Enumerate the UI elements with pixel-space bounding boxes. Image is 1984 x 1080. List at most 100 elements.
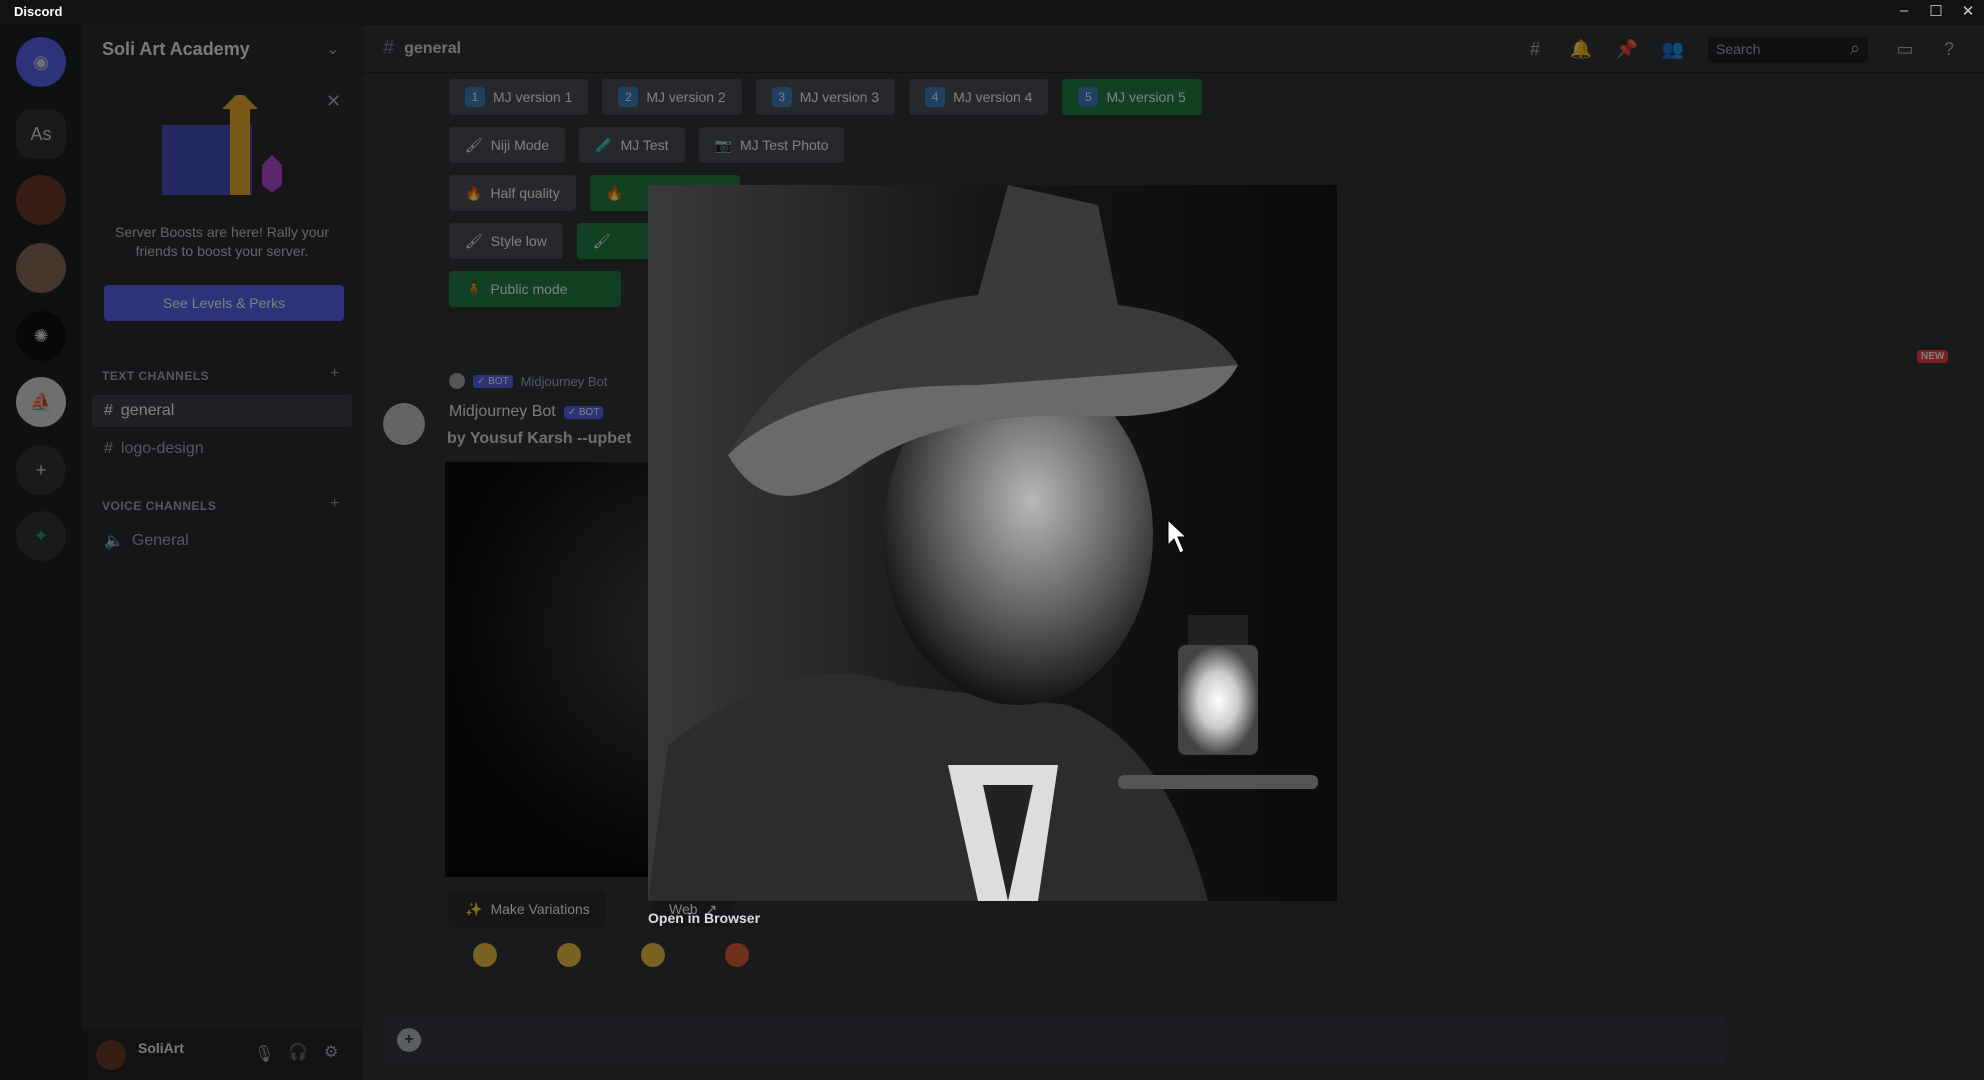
- server-name[interactable]: Soli Art Academy: [102, 39, 250, 60]
- message-content: by Yousuf Karsh --upbet: [447, 430, 632, 447]
- see-levels-perks-button[interactable]: See Levels & Perks: [104, 285, 344, 321]
- add-server-icon[interactable]: +: [16, 445, 66, 495]
- title-bar: Discord – ☐ ✕: [0, 0, 1984, 25]
- number-4-icon: 4: [925, 87, 946, 107]
- pin-icon[interactable]: 📌: [1615, 39, 1639, 61]
- button-label: MJ version 2: [646, 89, 726, 105]
- server-icon-portrait[interactable]: [16, 243, 66, 293]
- niji-mode-button[interactable]: 🖌 Niji Mode: [449, 127, 566, 163]
- channel-header: # general # 🔔 📌 👥 Search ⌕ ▭ ?: [363, 25, 1984, 73]
- brush-icon: 🖌: [465, 136, 483, 153]
- brush-icon: 🖌: [592, 232, 611, 249]
- mj-version-4-button[interactable]: 4 MJ version 4: [909, 79, 1049, 115]
- boost-text: Server Boosts are here! Rally your frien…: [115, 224, 329, 259]
- midjourney-server-icon[interactable]: ⛵: [16, 377, 66, 427]
- mj-version-1-button[interactable]: 1 MJ version 1: [449, 79, 589, 115]
- test-icon: 🧪: [595, 136, 613, 153]
- half-quality-button[interactable]: 🔥 Half quality: [449, 175, 576, 211]
- microphone-icon[interactable]: 🎙: [254, 1044, 274, 1064]
- message-header: Midjourney Bot ✓ BOT: [449, 403, 604, 421]
- number-5-icon: 5: [1078, 87, 1099, 107]
- mj-test-photo-button[interactable]: 📷 MJ Test Photo: [698, 127, 845, 163]
- discord-home-icon[interactable]: ◉: [16, 37, 66, 87]
- username: SoliArt: [138, 1040, 184, 1056]
- number-3-icon: 3: [771, 87, 792, 107]
- server-icon-avatar[interactable]: [16, 175, 66, 225]
- voice-channels-header[interactable]: VOICE CHANNELS: [102, 499, 216, 513]
- mj-version-3-button[interactable]: 3 MJ version 3: [755, 79, 896, 115]
- hash-icon: #: [383, 37, 395, 59]
- button-label: MJ Test Photo: [740, 137, 829, 153]
- members-icon[interactable]: 👥: [1661, 39, 1685, 61]
- channel-label: general: [120, 402, 175, 419]
- angry-face-icon[interactable]: [473, 943, 497, 967]
- maximize-icon[interactable]: ☐: [1924, 2, 1948, 20]
- inbox-icon[interactable]: ▭: [1893, 39, 1917, 61]
- close-icon[interactable]: ✕: [326, 91, 341, 112]
- openai-server-icon[interactable]: ✺: [16, 311, 66, 361]
- server-rail: ◉ As ✺ ⛵ + ✦: [0, 25, 82, 1080]
- threads-icon[interactable]: #: [1523, 39, 1547, 61]
- camera-icon: 📷: [714, 136, 732, 153]
- button-label: MJ version 1: [493, 89, 573, 105]
- public-icon: 🧍: [465, 280, 483, 297]
- privacy-buttons-row: 🧍 Public mode: [449, 271, 621, 307]
- bell-icon[interactable]: 🔔: [1569, 39, 1593, 61]
- channel-general[interactable]: # general: [92, 395, 352, 427]
- boost-illustration: [162, 95, 282, 195]
- explore-icon[interactable]: ✦: [16, 511, 66, 561]
- avatar[interactable]: [96, 1040, 126, 1070]
- button-label: MJ Test: [620, 137, 669, 153]
- user-panel: SoliArt 🎙 🎧 ⚙: [82, 1030, 363, 1080]
- bot-badge: ✓ BOT: [473, 374, 513, 388]
- headphones-icon[interactable]: 🎧: [288, 1042, 308, 1062]
- text-channels-header[interactable]: TEXT CHANNELS: [102, 369, 209, 383]
- lightbox-image[interactable]: [648, 185, 1337, 901]
- button-label: MJ version 4: [953, 89, 1033, 105]
- button-label: Make Variations: [490, 901, 590, 917]
- speaker-icon: 🔈: [104, 533, 124, 550]
- button-label: Style low: [490, 233, 547, 249]
- number-1-icon: 1: [465, 87, 485, 107]
- neutral-face-icon[interactable]: [557, 943, 581, 967]
- mj-test-button[interactable]: 🧪 MJ Test: [579, 127, 685, 163]
- gear-icon[interactable]: ⚙: [324, 1042, 338, 1062]
- server-icon[interactable]: As: [16, 109, 66, 159]
- make-variations-button[interactable]: ✨ Make Variations: [449, 891, 606, 927]
- reply-preview[interactable]: ✓ BOT Midjourney Bot: [449, 373, 607, 389]
- add-attachment-icon[interactable]: +: [397, 1028, 421, 1052]
- help-icon[interactable]: ?: [1937, 39, 1961, 61]
- button-label: Half quality: [490, 185, 560, 201]
- add-channel-icon[interactable]: +: [330, 365, 339, 383]
- heart-eyes-icon[interactable]: [725, 943, 749, 967]
- channel-label: logo-design: [120, 440, 204, 457]
- channel-title: general: [404, 39, 462, 57]
- rating-reactions: [473, 943, 749, 967]
- brush-icon: 🖌: [465, 232, 483, 249]
- reply-author: Midjourney Bot: [520, 373, 608, 389]
- close-icon[interactable]: ✕: [1956, 2, 1980, 20]
- avatar: [449, 373, 465, 389]
- bot-badge: ✓ BOT: [563, 405, 604, 419]
- mj-version-2-button[interactable]: 2 MJ version 2: [602, 79, 742, 115]
- channel-logo-design[interactable]: # logo-design: [92, 433, 352, 465]
- public-mode-button[interactable]: 🧍 Public mode: [449, 271, 621, 307]
- open-in-browser-link[interactable]: Open in Browser: [648, 910, 760, 926]
- button-label: Niji Mode: [490, 137, 550, 153]
- bot-avatar[interactable]: [383, 403, 425, 445]
- message-author[interactable]: Midjourney Bot: [449, 403, 556, 421]
- minimize-icon[interactable]: –: [1892, 2, 1916, 19]
- voice-channel-general[interactable]: 🔈 General: [92, 525, 352, 557]
- channel-sidebar: Soli Art Academy ⌄ ✕ Server Boosts are h…: [82, 25, 363, 1030]
- add-channel-icon[interactable]: +: [330, 495, 339, 513]
- message-input[interactable]: +: [383, 1015, 1727, 1065]
- new-messages-badge[interactable]: NEW: [1917, 350, 1949, 363]
- fire-icon: 🔥: [605, 184, 624, 201]
- smile-face-icon[interactable]: [641, 943, 665, 967]
- sparkle-icon: ✨: [465, 900, 483, 917]
- mj-version-5-button[interactable]: 5 MJ version 5: [1062, 79, 1202, 115]
- hash-icon: #: [104, 440, 113, 457]
- version-buttons-row: 1 MJ version 1 2 MJ version 2 3 MJ version …: [449, 79, 1202, 115]
- style-low-button[interactable]: 🖌 Style low: [449, 223, 563, 259]
- chevron-down-icon[interactable]: ⌄: [326, 39, 339, 59]
